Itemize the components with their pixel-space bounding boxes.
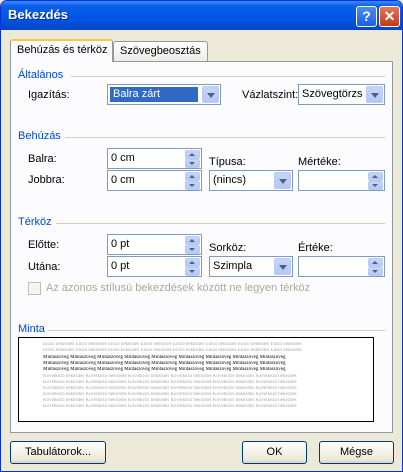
spin-down-icon[interactable] bbox=[185, 159, 200, 168]
tab-indents-spacing[interactable]: Behúzás és térköz bbox=[10, 39, 113, 62]
indent-by-label: Mértéke: bbox=[298, 156, 341, 168]
general-separator bbox=[71, 76, 385, 77]
indent-by-stepper[interactable] bbox=[298, 170, 385, 191]
space-before-stepper[interactable]: 0 pt bbox=[107, 234, 202, 255]
spin-up-icon[interactable] bbox=[185, 236, 200, 245]
spin-down-icon[interactable] bbox=[185, 181, 200, 190]
line-spacing-label: Sorköz: bbox=[209, 242, 247, 254]
outline-level-label: Vázlatszint: bbox=[242, 89, 299, 101]
cancel-button[interactable]: Mégse bbox=[319, 441, 394, 464]
line-spacing-at-label: Értéke: bbox=[298, 242, 333, 254]
preview-next-line: Következő bekezdés Következő bekezdés Kö… bbox=[43, 404, 297, 409]
space-after-stepper[interactable]: 0 pt bbox=[107, 256, 202, 277]
chevron-down-icon[interactable] bbox=[202, 86, 219, 103]
spacing-group-title: Térköz bbox=[18, 216, 52, 228]
right-indent-stepper[interactable]: 0 cm bbox=[107, 170, 202, 191]
outline-level-select[interactable]: Szövegtörzs bbox=[298, 84, 385, 105]
left-indent-stepper[interactable]: 0 cm bbox=[107, 148, 202, 169]
outline-level-value: Szövegtörzs bbox=[302, 88, 363, 100]
chevron-down-icon[interactable] bbox=[274, 172, 291, 189]
spin-up-icon[interactable] bbox=[185, 258, 200, 267]
no-space-same-style-label: Az azonos stílusú bekezdések között ne l… bbox=[46, 282, 311, 294]
special-indent-select[interactable]: (nincs) bbox=[209, 170, 293, 191]
space-before-value: 0 pt bbox=[111, 238, 130, 250]
indentation-separator bbox=[65, 137, 385, 138]
paragraph-preview: Előző bekezdés Előző bekezdés Előző beke… bbox=[18, 337, 374, 422]
spin-up-icon[interactable] bbox=[185, 150, 200, 159]
alignment-label: Igazítás: bbox=[28, 89, 70, 101]
chevron-down-icon[interactable] bbox=[274, 258, 291, 275]
right-indent-value: 0 cm bbox=[111, 174, 135, 186]
spin-down-icon[interactable] bbox=[368, 267, 383, 276]
preview-sample-line: Mintaszöveg Mintaszöveg Mintaszöveg Mint… bbox=[43, 367, 286, 372]
close-button[interactable]: ✕ bbox=[379, 6, 400, 27]
preview-previous-line: Előző bekezdés Előző bekezdés Előző beke… bbox=[43, 348, 302, 353]
no-space-same-style-checkbox[interactable] bbox=[28, 282, 41, 295]
general-group-title: Általános bbox=[18, 69, 64, 81]
spin-up-icon[interactable] bbox=[368, 172, 383, 181]
left-indent-label: Balra: bbox=[28, 153, 57, 165]
line-spacing-value: Szimpla bbox=[213, 260, 253, 272]
spacing-separator bbox=[56, 223, 385, 224]
line-spacing-select[interactable]: Szimpla bbox=[209, 256, 293, 277]
preview-group-title: Minta bbox=[18, 323, 45, 335]
alignment-value: Balra zárt bbox=[110, 87, 198, 102]
tabs-button[interactable]: Tabulátorok... bbox=[10, 441, 106, 464]
title-bar[interactable]: Bekezdés ? ✕ bbox=[1, 1, 402, 30]
space-before-label: Előtte: bbox=[28, 239, 60, 251]
special-indent-label: Típusa: bbox=[209, 156, 246, 168]
space-after-label: Utána: bbox=[28, 261, 61, 273]
spin-up-icon[interactable] bbox=[185, 172, 200, 181]
spin-down-icon[interactable] bbox=[185, 245, 200, 254]
preview-separator bbox=[48, 330, 385, 331]
dialog-title: Bekezdés bbox=[8, 7, 68, 22]
tab-line-page-breaks[interactable]: Szövegbeosztás bbox=[113, 41, 208, 61]
indentation-group-title: Behúzás bbox=[18, 130, 61, 142]
paragraph-dialog: Bekezdés ? ✕ Behúzás és térköz Szövegbeo… bbox=[0, 0, 403, 472]
alignment-select[interactable]: Balra zárt bbox=[107, 84, 221, 105]
line-spacing-at-stepper[interactable] bbox=[298, 256, 385, 277]
spin-down-icon[interactable] bbox=[185, 267, 200, 276]
ok-button[interactable]: OK bbox=[242, 441, 307, 464]
special-indent-value: (nincs) bbox=[213, 174, 247, 186]
space-after-value: 0 pt bbox=[111, 260, 130, 272]
left-indent-value: 0 cm bbox=[111, 152, 135, 164]
spin-up-icon[interactable] bbox=[368, 258, 383, 267]
help-button[interactable]: ? bbox=[356, 6, 377, 27]
chevron-down-icon[interactable] bbox=[366, 86, 383, 103]
right-indent-label: Jobbra: bbox=[28, 174, 65, 186]
spin-down-icon[interactable] bbox=[368, 181, 383, 190]
